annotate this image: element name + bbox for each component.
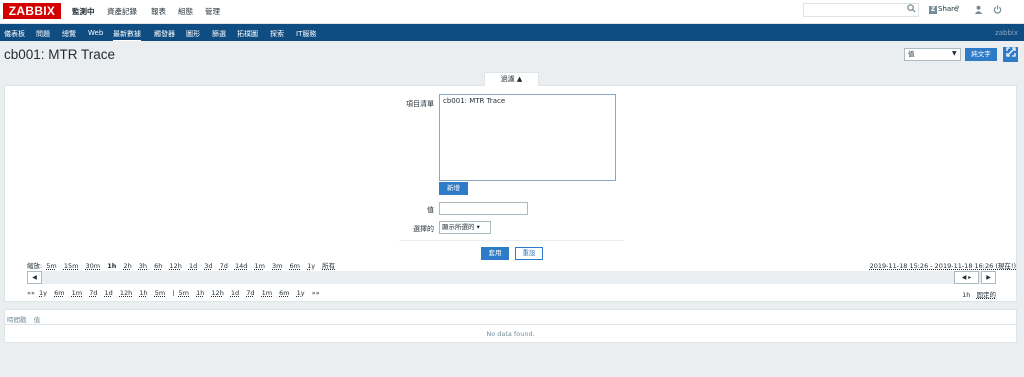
- submenu-graphs[interactable]: 圖形: [186, 29, 200, 39]
- fullscreen-button[interactable]: [1003, 47, 1018, 62]
- page-title: cb001: MTR Trace: [4, 47, 116, 62]
- nav-back-12h[interactable]: 12h: [120, 289, 132, 297]
- reset-button[interactable]: 重設: [515, 247, 543, 260]
- selected-label: 選擇的: [413, 225, 434, 233]
- nav-back-1m[interactable]: 1m: [72, 289, 82, 297]
- zoom-6h[interactable]: 6h: [154, 262, 162, 270]
- zoom-label: 縮放:: [27, 262, 43, 270]
- apply-button[interactable]: 套用: [481, 247, 509, 260]
- chevron-down-icon: ▼: [952, 50, 957, 57]
- nav-forward-1m[interactable]: 1m: [262, 289, 272, 297]
- zoom-all[interactable]: 所有: [322, 262, 335, 270]
- selected-value: 顯示所選的: [442, 223, 475, 231]
- zoom-3h[interactable]: 3h: [139, 262, 147, 270]
- nav-forward-1d[interactable]: 1d: [231, 289, 239, 297]
- nav-forward-7d[interactable]: 7d: [246, 289, 254, 297]
- submenu-latest-data[interactable]: 最新數據: [113, 29, 141, 41]
- items-label: 項目清單: [406, 100, 434, 108]
- add-button[interactable]: 新增: [439, 182, 468, 195]
- nav-back-1h[interactable]: 1h: [139, 289, 147, 297]
- zoom-7d[interactable]: 7d: [220, 262, 228, 270]
- period-info: 1h 固定的: [958, 289, 996, 299]
- navigation-row: «« 1y 6m 1m 7d 1d 12h 1h 5m | 5m 1h 12h …: [27, 289, 322, 297]
- nav-back-6m[interactable]: 6m: [54, 289, 64, 297]
- nav-forward-6m[interactable]: 6m: [279, 289, 289, 297]
- nav-back-1d[interactable]: 1d: [105, 289, 113, 297]
- nav-reports[interactable]: 報表: [151, 6, 166, 17]
- user-icon[interactable]: [974, 5, 983, 17]
- timeline-scrollbar[interactable]: [27, 271, 996, 284]
- nav-configuration[interactable]: 組態: [178, 6, 193, 17]
- zoom-14d[interactable]: 14d: [235, 262, 247, 270]
- value-input[interactable]: [439, 202, 528, 215]
- no-data-message: No data found.: [486, 330, 535, 338]
- zoom-3d[interactable]: 3d: [204, 262, 212, 270]
- fixed-toggle[interactable]: 固定的: [977, 291, 997, 299]
- search-icon[interactable]: [907, 4, 916, 15]
- zoom-5m[interactable]: 5m: [46, 262, 56, 270]
- zoom-30m[interactable]: 30m: [86, 262, 101, 270]
- nav-forward-arrow: »»: [311, 289, 320, 297]
- zoom-1y[interactable]: 1y: [307, 262, 315, 270]
- zoom-1m[interactable]: 1m: [254, 262, 264, 270]
- nav-forward-12h[interactable]: 12h: [211, 289, 223, 297]
- zoom-row: 縮放: 5m 15m 30m 1h 2h 3h 6h 12h 1d 3d 7d …: [27, 260, 340, 270]
- power-icon[interactable]: [993, 5, 1002, 17]
- period-duration: 1h: [962, 291, 971, 299]
- share-icon: Z: [929, 6, 937, 14]
- submenu-problems[interactable]: 問題: [36, 29, 50, 39]
- search-input[interactable]: [803, 3, 919, 17]
- submenu-overview[interactable]: 總覽: [62, 29, 76, 39]
- items-list[interactable]: cb001: MTR Trace: [439, 94, 616, 181]
- nav-back-1y[interactable]: 1y: [39, 289, 47, 297]
- divider: [399, 240, 624, 241]
- submenu-web[interactable]: Web: [88, 29, 103, 37]
- plaintext-button[interactable]: 純文字: [965, 48, 997, 61]
- filter-tab[interactable]: 過濾 ▲: [484, 72, 539, 86]
- table-divider: [5, 324, 1016, 325]
- scroll-handle[interactable]: ◀ ▸: [954, 271, 979, 284]
- nav-inventory[interactable]: 資產記錄: [107, 6, 137, 17]
- scroll-left-button[interactable]: ◀: [27, 271, 42, 284]
- submenu-dashboard[interactable]: 儀表板: [4, 29, 25, 39]
- nav-monitoring[interactable]: 監測中: [72, 6, 95, 17]
- submenu-it-services[interactable]: IT服務: [296, 29, 316, 39]
- nav-administration[interactable]: 管理: [205, 6, 220, 17]
- nav-back-7d[interactable]: 7d: [89, 289, 97, 297]
- nav-forward-1h[interactable]: 1h: [196, 289, 204, 297]
- column-value: 值: [33, 316, 41, 324]
- zoom-3m[interactable]: 3m: [272, 262, 282, 270]
- zoom-6m[interactable]: 6m: [290, 262, 300, 270]
- current-user: zabbix: [995, 29, 1018, 37]
- zoom-1d[interactable]: 1d: [189, 262, 197, 270]
- share-button[interactable]: Z Share: [929, 5, 958, 14]
- nav-back-5m[interactable]: 5m: [155, 289, 165, 297]
- value-label: 值: [427, 206, 434, 214]
- period-range[interactable]: 2019-11-18 15:26 - 2019-11-18 16:26 (現在!…: [870, 260, 1016, 270]
- nav-forward-1y[interactable]: 1y: [297, 289, 305, 297]
- zabbix-logo[interactable]: ZABBIX: [3, 3, 61, 19]
- zoom-12h[interactable]: 12h: [169, 262, 181, 270]
- nav-back-arrow: ««: [27, 289, 35, 297]
- zoom-15m[interactable]: 15m: [64, 262, 79, 270]
- zoom-2h[interactable]: 2h: [123, 262, 131, 270]
- expand-icon: [1005, 47, 1016, 57]
- list-item[interactable]: cb001: MTR Trace: [443, 97, 612, 105]
- submenu-maps[interactable]: 拓樸圖: [237, 29, 258, 39]
- table-header: 時間戳 值: [7, 314, 45, 324]
- selected-select[interactable]: 顯示所選的 ▾: [439, 221, 491, 234]
- submenu-discovery[interactable]: 探索: [270, 29, 284, 39]
- submenu-screens[interactable]: 篩選: [212, 29, 226, 39]
- submenu-triggers[interactable]: 觸發器: [154, 29, 175, 39]
- help-icon[interactable]: ?: [955, 5, 960, 15]
- column-timestamp: 時間戳: [7, 316, 27, 324]
- scroll-right-button[interactable]: ▶: [981, 271, 996, 284]
- nav-separator: |: [172, 289, 175, 297]
- nav-forward-5m[interactable]: 5m: [179, 289, 189, 297]
- zoom-1h[interactable]: 1h: [107, 262, 116, 270]
